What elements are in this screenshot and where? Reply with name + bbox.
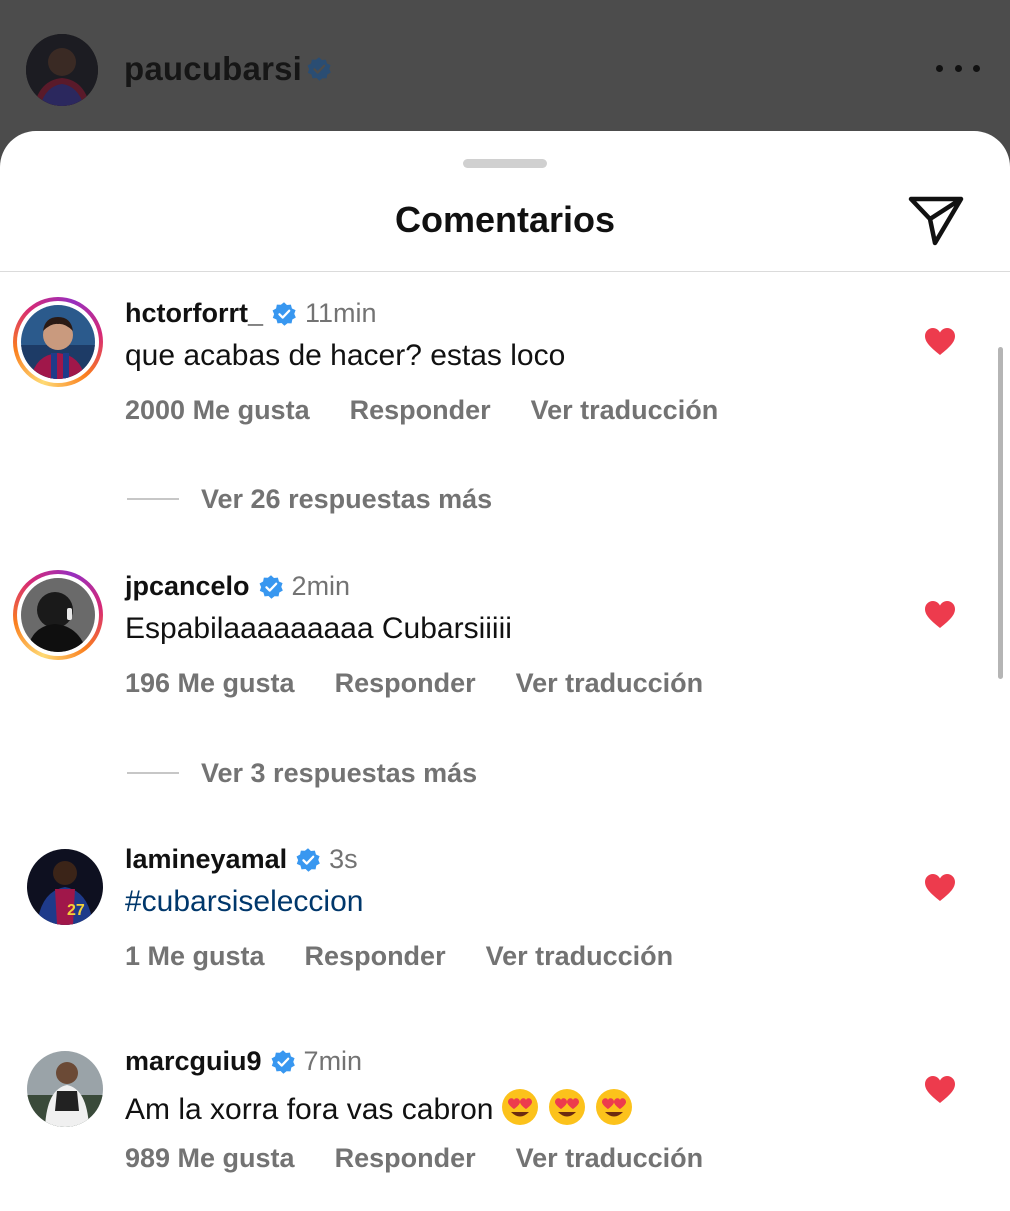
see-translation-button[interactable]: Ver traducción <box>531 395 719 426</box>
comment-item: 27 lamineyamal 3s #cubarsiseleccion 1 Me… <box>0 827 1010 987</box>
comment-username[interactable]: jpcancelo <box>125 571 250 602</box>
more-options-icon[interactable] <box>936 56 980 80</box>
replies-divider-line <box>127 772 179 774</box>
comment-timestamp: 7min <box>303 1046 363 1076</box>
post-header: paucubarsi <box>0 0 1010 140</box>
verified-badge-icon <box>271 1049 295 1074</box>
verified-badge-icon <box>259 574 283 599</box>
comment-avatar-story-ring[interactable] <box>13 297 103 387</box>
post-author-avatar[interactable] <box>26 34 98 106</box>
comment-username[interactable]: marcguiu9 <box>125 1046 262 1077</box>
reply-button[interactable]: Responder <box>335 668 476 699</box>
comment-timestamp: 11min <box>305 298 377 328</box>
reply-button[interactable]: Responder <box>305 941 446 972</box>
verified-badge-icon <box>307 57 331 81</box>
see-translation-button[interactable]: Ver traducción <box>516 668 704 699</box>
comment-username[interactable]: lamineyamal <box>125 844 287 875</box>
sheet-grabber-handle[interactable] <box>463 159 547 168</box>
reply-button[interactable]: Responder <box>350 395 491 426</box>
heart-eyes-emoji <box>502 1089 539 1125</box>
heart-eyes-emoji <box>549 1089 586 1125</box>
avatar[interactable]: 27 <box>27 849 103 925</box>
comment-item: jpcancelo 2min Espabilaaaaaaaaa Cubarsii… <box>0 554 1010 714</box>
comment-timestamp: 2min <box>291 571 351 601</box>
reply-button[interactable]: Responder <box>335 1143 476 1174</box>
comment-text: Am la xorra fora vas cabron <box>125 1093 494 1126</box>
verified-badge-icon <box>296 847 320 872</box>
comment-text: Espabilaaaaaaaaa Cubarsiiiii <box>125 612 512 645</box>
comment-likes-count[interactable]: 196 Me gusta <box>125 668 295 699</box>
view-replies-button[interactable]: Ver 3 respuestas más <box>127 753 477 793</box>
comment-text-row: Am la xorra fora vas cabron <box>125 1087 634 1127</box>
comment-avatar-story-ring[interactable] <box>13 570 103 660</box>
svg-text:27: 27 <box>67 902 85 919</box>
verified-badge-icon <box>272 301 296 326</box>
view-replies-button[interactable]: Ver 26 respuestas más <box>127 479 492 519</box>
comment-likes-count[interactable]: 989 Me gusta <box>125 1143 295 1174</box>
sheet-title: Comentarios <box>394 199 616 240</box>
avatar[interactable] <box>27 1051 103 1127</box>
comment-likes-count[interactable]: 1 Me gusta <box>125 941 265 972</box>
see-translation-button[interactable]: Ver traducción <box>486 941 674 972</box>
comments-sheet: Comentarios hctorforrt_ 11min que acabas… <box>0 131 1010 1211</box>
heart-icon[interactable] <box>924 327 956 357</box>
heart-icon[interactable] <box>924 873 956 903</box>
comment-text: que acabas de hacer? estas loco <box>125 339 566 372</box>
heart-icon[interactable] <box>924 600 956 630</box>
avatar <box>21 305 95 379</box>
view-replies-label[interactable]: Ver 26 respuestas más <box>201 484 492 515</box>
comment-timestamp: 3s <box>329 844 358 874</box>
view-replies-label[interactable]: Ver 3 respuestas más <box>201 758 477 789</box>
comment-hashtag-link[interactable]: #cubarsiseleccion <box>125 885 363 919</box>
heart-eyes-emoji <box>596 1089 633 1125</box>
see-translation-button[interactable]: Ver traducción <box>516 1143 704 1174</box>
heart-icon[interactable] <box>924 1075 956 1105</box>
comment-item: hctorforrt_ 11min que acabas de hacer? e… <box>0 281 1010 441</box>
comment-username[interactable]: hctorforrt_ <box>125 298 263 329</box>
comment-likes-count[interactable]: 2000 Me gusta <box>125 395 310 426</box>
header-divider <box>0 271 1010 272</box>
replies-divider-line <box>127 498 179 500</box>
comment-item: marcguiu9 7min Am la xorra fora vas cabr… <box>0 1029 1010 1189</box>
post-author-username[interactable]: paucubarsi <box>124 50 302 88</box>
share-send-icon[interactable] <box>905 191 967 249</box>
avatar <box>21 578 95 652</box>
